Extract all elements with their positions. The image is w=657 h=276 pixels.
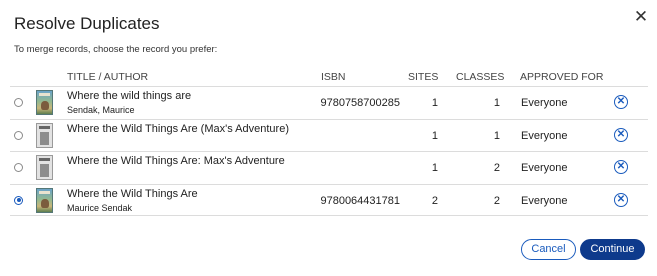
- book-cover-color-icon: [36, 187, 53, 213]
- approved-for-cell: Everyone: [521, 129, 568, 142]
- column-header-isbn: ISBN: [321, 71, 346, 83]
- column-header-approved-for: APPROVED FOR: [520, 71, 604, 83]
- sites-cell: 2: [431, 194, 438, 207]
- title-author-cell: Where the Wild Things Are: Max's Adventu…: [67, 155, 315, 169]
- title-author-cell: Where the Wild Things Are Maurice Sendak: [67, 188, 315, 214]
- dialog-title: Resolve Duplicates: [14, 14, 160, 33]
- remove-circle-x-icon[interactable]: ✕: [614, 95, 628, 109]
- title-author-cell: Where the wild things are Sendak, Mauric…: [67, 90, 315, 116]
- book-cover-placeholder-icon: [36, 122, 53, 148]
- remove-circle-x-icon[interactable]: ✕: [614, 160, 628, 174]
- cancel-button[interactable]: Cancel: [521, 239, 576, 260]
- approved-for-cell: Everyone: [521, 97, 568, 109]
- dialog-subtitle: To merge records, choose the record you …: [14, 44, 218, 55]
- close-icon[interactable]: ✕: [632, 8, 650, 26]
- sites-cell: 1: [431, 162, 438, 174]
- duplicates-table: Where the wild things are Sendak, Mauric…: [10, 86, 648, 216]
- table-row: Where the Wild Things Are: Max's Adventu…: [10, 151, 648, 184]
- book-title: Where the wild things are: [67, 90, 192, 102]
- sites-cell: 1: [431, 129, 438, 142]
- table-row: Where the Wild Things Are Maurice Sendak…: [10, 183, 648, 216]
- book-title: Where the Wild Things Are: [67, 187, 198, 200]
- approved-for-cell: Everyone: [521, 162, 568, 174]
- record-radio[interactable]: [14, 163, 23, 172]
- column-header-title-author: TITLE / AUTHOR: [67, 71, 149, 83]
- book-title: Where the Wild Things Are (Max's Adventu…: [67, 122, 289, 135]
- record-radio-selected[interactable]: [14, 195, 23, 205]
- remove-circle-x-icon[interactable]: ✕: [614, 127, 628, 142]
- isbn-cell: 9780758700285: [320, 97, 400, 109]
- classes-cell: 1: [493, 97, 500, 109]
- book-title: Where the Wild Things Are: Max's Adventu…: [67, 155, 285, 167]
- classes-cell: 2: [493, 194, 500, 207]
- isbn-cell: 9780064431781: [320, 194, 400, 207]
- record-radio[interactable]: [14, 98, 23, 107]
- approved-for-cell: Everyone: [521, 194, 568, 207]
- table-row: Where the wild things are Sendak, Mauric…: [10, 86, 648, 119]
- book-cover-placeholder-icon: [36, 155, 53, 180]
- record-radio[interactable]: [14, 130, 23, 140]
- remove-circle-x-icon[interactable]: ✕: [614, 192, 628, 207]
- table-header: TITLE / AUTHOR ISBN SITES CLASSES APPROV…: [10, 71, 648, 86]
- column-header-sites: SITES: [408, 71, 439, 83]
- book-author: Maurice Sendak: [67, 202, 133, 213]
- resolve-duplicates-dialog: Resolve Duplicates ✕ To merge records, c…: [0, 0, 657, 276]
- continue-button[interactable]: Continue: [580, 239, 645, 260]
- book-cover-color-icon: [36, 90, 53, 115]
- column-header-classes: CLASSES: [456, 71, 505, 83]
- book-author: Sendak, Maurice: [67, 105, 135, 115]
- classes-cell: 1: [493, 129, 500, 142]
- table-row: Where the Wild Things Are (Max's Adventu…: [10, 118, 648, 152]
- classes-cell: 2: [493, 162, 500, 174]
- sites-cell: 1: [431, 97, 438, 109]
- title-author-cell: Where the Wild Things Are (Max's Adventu…: [67, 123, 315, 137]
